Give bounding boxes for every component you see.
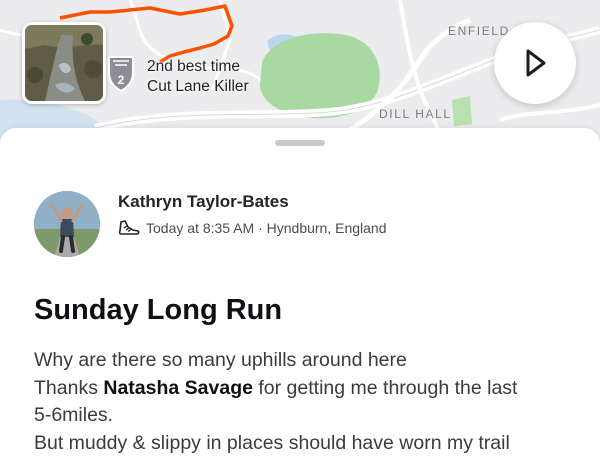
athlete-photo: [34, 191, 100, 257]
activity-meta: Today at 8:35 AM · Hyndburn, England: [118, 219, 387, 237]
activity-description: Why are there so many uphills around her…: [34, 347, 574, 457]
map-label-dill-hall: DILL HALL: [379, 107, 452, 121]
muddy-trail-photo: [25, 25, 103, 101]
svg-text:2: 2: [118, 73, 125, 87]
play-icon: [526, 49, 546, 77]
drag-handle[interactable]: [275, 140, 325, 146]
activity-location: Hyndburn, England: [266, 220, 387, 236]
description-line: Why are there so many uphills around her…: [34, 349, 407, 371]
description-line: 5-6miles.: [34, 404, 114, 426]
description-line: Thanks Natasha Savage for getting me thr…: [34, 376, 518, 399]
play-flyover-button[interactable]: [494, 22, 576, 104]
activity-photo-thumbnail[interactable]: [22, 22, 106, 104]
activity-detail-sheet: Kathryn Taylor-Bates Today at 8:35 AM · …: [0, 128, 600, 458]
avatar[interactable]: [34, 191, 100, 257]
segment-rank-text: 2nd best time: [147, 58, 241, 75]
running-shoe-icon: [118, 220, 140, 235]
map-label-enfield: ENFIELD: [448, 24, 510, 38]
segment-name: Cut Lane Killer: [147, 78, 249, 95]
trophy-rank-icon: 2: [108, 56, 134, 93]
mention-link[interactable]: Natasha Savage: [103, 377, 253, 399]
activity-timestamp: Today at 8:35 AM: [146, 220, 255, 236]
athlete-name[interactable]: Kathryn Taylor-Bates: [118, 192, 289, 212]
segment-achievement[interactable]: 2nd best time Cut Lane Killer: [147, 57, 249, 97]
activity-title: Sunday Long Run: [34, 294, 283, 326]
description-line: But muddy & slippy in places should have…: [34, 431, 510, 454]
meta-separator: ·: [254, 220, 267, 236]
